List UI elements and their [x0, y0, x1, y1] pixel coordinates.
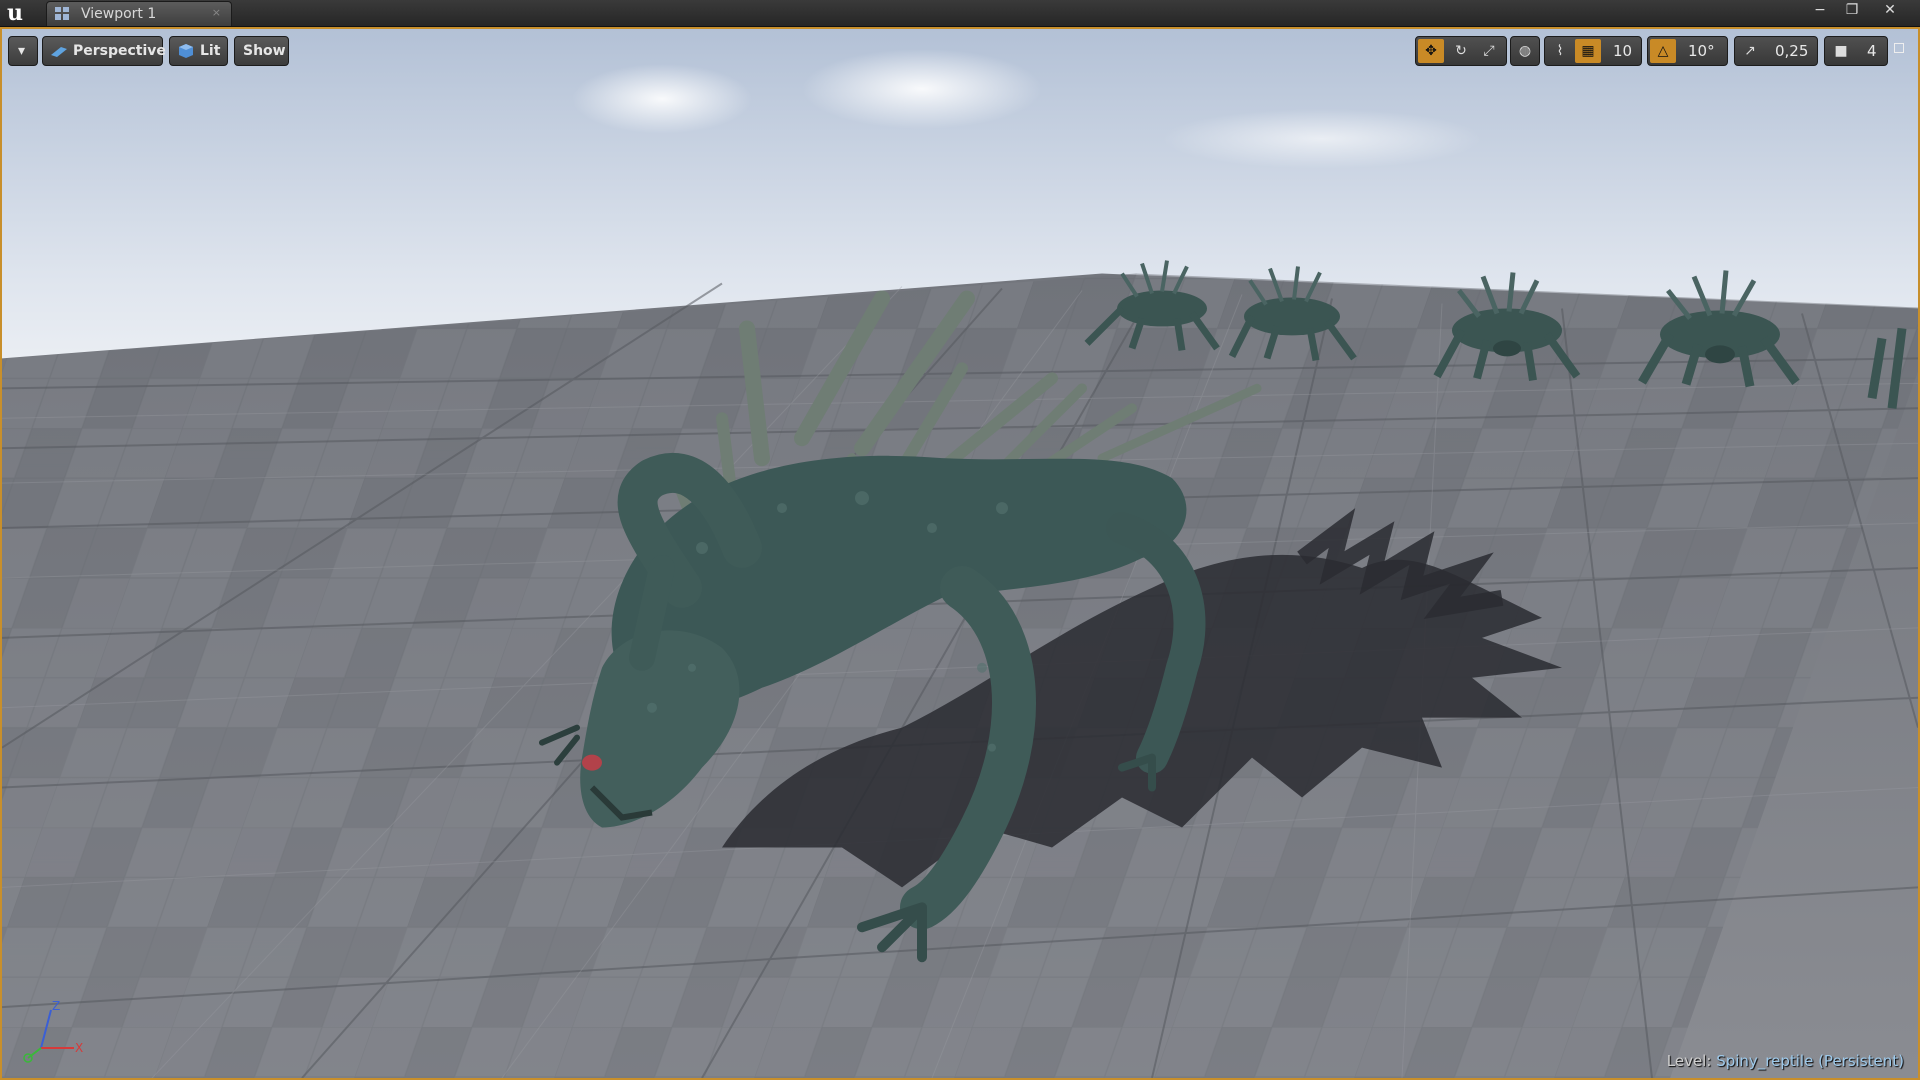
maximize-icon[interactable]: [1894, 43, 1904, 53]
rotation-snap-value[interactable]: 10°: [1688, 37, 1715, 65]
viewport-tab-icon: [55, 7, 69, 20]
scale-snap-group: ↗ 0,25: [1734, 36, 1818, 66]
coordinate-system-group: ◍: [1510, 36, 1540, 66]
rotate-icon[interactable]: ↻: [1448, 39, 1474, 63]
svg-text:Z: Z: [52, 999, 60, 1013]
view-mode-lit-button[interactable]: Lit: [169, 36, 228, 66]
grid-snap-icon[interactable]: ▦: [1575, 39, 1601, 63]
transform-tools-group: ✥ ↻ ⤢: [1415, 36, 1507, 66]
level-status: Level: Spiny_reptile (Persistent): [1667, 1052, 1904, 1070]
chevron-down-icon: ▾: [18, 43, 26, 59]
camera-perspective-icon: [51, 47, 67, 57]
grid-snap-group: ⌇ ▦ 10: [1544, 36, 1642, 66]
grid-snap-value[interactable]: 10: [1613, 37, 1632, 65]
surface-snap-icon[interactable]: ⌇: [1547, 39, 1573, 63]
tab-close-icon[interactable]: ×: [212, 6, 221, 19]
rotation-snap-group: △ 10°: [1647, 36, 1728, 66]
perspective-button[interactable]: Perspective: [42, 36, 166, 66]
perspective-label: Perspective: [73, 43, 166, 59]
tab-label: Viewport 1: [81, 6, 157, 22]
viewport-options-button[interactable]: ▾: [8, 36, 38, 66]
floor-plane: [2, 273, 1918, 1078]
show-label: Show: [243, 43, 286, 59]
minimize-button[interactable]: −: [1804, 0, 1836, 20]
scale-icon[interactable]: ⤢: [1476, 39, 1502, 63]
svg-text:X: X: [75, 1041, 83, 1055]
camera-speed-icon[interactable]: ■: [1828, 39, 1854, 63]
axis-gizmo: Z X: [23, 999, 83, 1063]
camera-speed-group: ■ 4: [1824, 36, 1888, 66]
level-name: Spiny_reptile (Persistent): [1716, 1052, 1904, 1070]
close-button[interactable]: ✕: [1874, 0, 1906, 20]
lit-sphere-icon: [179, 44, 193, 58]
scene-render[interactable]: [2, 29, 1918, 1078]
unreal-logo-icon[interactable]: u: [2, 1, 28, 25]
scale-snap-icon[interactable]: ↗: [1737, 39, 1763, 63]
title-bar: u Viewport 1 × − ❐ ✕: [0, 0, 1920, 27]
rotation-snap-icon[interactable]: △: [1650, 39, 1676, 63]
tab-viewport-1[interactable]: Viewport 1 ×: [46, 1, 232, 26]
restore-button[interactable]: ❐: [1836, 0, 1868, 20]
scale-snap-value[interactable]: 0,25: [1775, 37, 1808, 65]
show-button[interactable]: Show: [234, 36, 289, 66]
level-prefix: Level:: [1666, 1052, 1712, 1070]
level-viewport[interactable]: ▾ Perspective Lit Show ✥ ↻ ⤢ ◍ ⌇ ▦ 10 △ …: [0, 27, 1920, 1080]
translate-icon[interactable]: ✥: [1418, 39, 1444, 63]
camera-speed-value[interactable]: 4: [1867, 37, 1877, 65]
lit-label: Lit: [200, 43, 221, 59]
world-space-icon[interactable]: ◍: [1512, 39, 1538, 63]
